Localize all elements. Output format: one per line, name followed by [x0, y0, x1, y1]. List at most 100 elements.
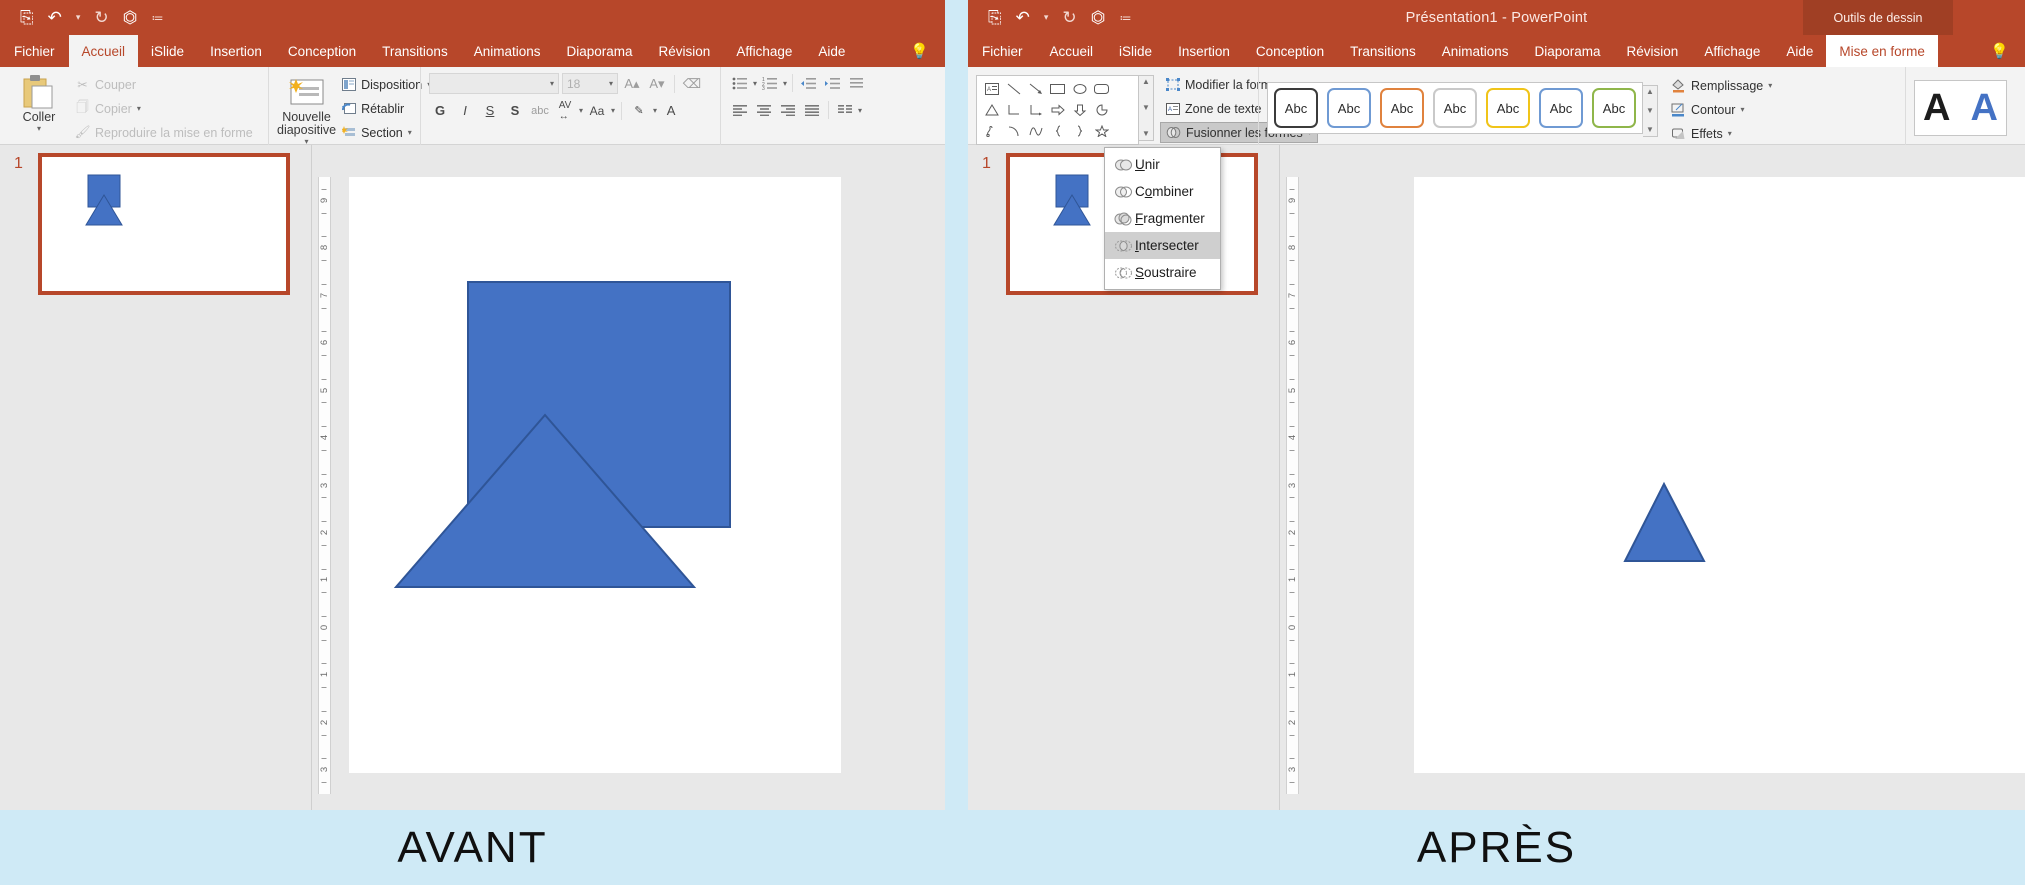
tab-diaporama[interactable]: Diaporama — [554, 35, 646, 67]
lightbulb-icon[interactable]: 💡 — [894, 35, 945, 67]
shape-styles-scrollbar[interactable]: ▲ ▼ ▼ — [1643, 85, 1658, 137]
freeform-shape[interactable] — [981, 121, 1002, 141]
section-caret-icon[interactable]: ▾ — [408, 128, 412, 137]
underline-button[interactable]: S — [479, 100, 501, 121]
elbow-connector-shape[interactable] — [1003, 100, 1024, 120]
quick-access-toolbar-left[interactable]: ⎘ ↶ ▾ ↻ ⏣ ≔ — [20, 0, 163, 35]
bullets-button[interactable] — [729, 73, 751, 93]
shadow-button[interactable]: S — [504, 100, 526, 121]
character-spacing-caret-icon[interactable]: ▾ — [579, 106, 583, 115]
clear-formatting-button[interactable]: ⌫ — [681, 73, 703, 94]
line-shape[interactable] — [1003, 79, 1024, 99]
undo-dropdown-caret[interactable]: ▾ — [76, 13, 81, 22]
rounded-rectangle-shape[interactable] — [1091, 79, 1112, 99]
columns-caret-icon[interactable]: ▾ — [858, 106, 862, 115]
character-spacing-button[interactable]: AV↔ — [554, 100, 576, 121]
slide-canvas-left[interactable] — [345, 145, 945, 810]
arrow-shape[interactable] — [1025, 79, 1046, 99]
tab-conception[interactable]: Conception — [275, 35, 369, 67]
tab-fichier[interactable]: Fichier — [0, 35, 69, 67]
tab-animations[interactable]: Animations — [461, 35, 554, 67]
tab-insertion[interactable]: Insertion — [1165, 35, 1243, 67]
bullets-caret-icon[interactable]: ▾ — [753, 79, 757, 88]
tab-islide[interactable]: iSlide — [138, 35, 197, 67]
shapes-gallery[interactable]: A — [976, 75, 1139, 145]
save-icon[interactable]: ⎘ — [20, 9, 34, 26]
align-left-button[interactable] — [729, 100, 751, 120]
italic-button[interactable]: I — [454, 100, 476, 121]
elbow-arrow-shape[interactable] — [1025, 100, 1046, 120]
numbering-button[interactable]: 123 — [759, 73, 781, 93]
down-arrow-shape[interactable] — [1069, 100, 1090, 120]
scroll-up-icon[interactable]: ▲ — [1142, 78, 1150, 86]
text-highlight-button[interactable]: ✎ — [628, 100, 650, 121]
shape-style-swatch-5[interactable]: Abc — [1486, 88, 1530, 128]
tab-islide[interactable]: iSlide — [1106, 35, 1165, 67]
slide-editing-area-before[interactable] — [349, 177, 841, 773]
text-direction-button[interactable] — [846, 73, 868, 93]
tab-transitions[interactable]: Transitions — [369, 35, 461, 67]
tab-affichage[interactable]: Affichage — [723, 35, 805, 67]
merge-shapes-dropdown-menu[interactable]: Unir Combiner Fragmenter Intersecter — [1104, 147, 1221, 290]
font-name-caret-icon[interactable]: ▾ — [550, 79, 554, 88]
gallery-more-icon[interactable]: ▼ — [1142, 130, 1150, 138]
lightbulb-icon[interactable]: 💡 — [1974, 35, 2025, 67]
curve-shape[interactable] — [1025, 121, 1046, 141]
justify-button[interactable] — [801, 100, 823, 120]
slide-thumbnail-1[interactable] — [38, 153, 290, 295]
rectangle-shape[interactable] — [1047, 79, 1068, 99]
font-size-caret-icon[interactable]: ▾ — [609, 79, 613, 88]
shape-style-swatch-6[interactable]: Abc — [1539, 88, 1583, 128]
menu-item-unir[interactable]: Unir — [1105, 151, 1220, 178]
bold-button[interactable]: G — [429, 100, 451, 121]
ribbon-tabs-left[interactable]: Fichier Accueil iSlide Insertion Concept… — [0, 35, 945, 67]
align-center-button[interactable] — [753, 100, 775, 120]
styles-more-icon[interactable]: ▼ — [1646, 126, 1654, 134]
slide-thumbnail-pane-left[interactable]: 1 — [0, 145, 312, 810]
font-size-input[interactable]: 18 ▾ — [562, 73, 618, 94]
arc-shape[interactable] — [1003, 121, 1024, 141]
left-brace-shape[interactable] — [1047, 121, 1068, 141]
text-box-shape[interactable]: A — [981, 79, 1002, 99]
redo-icon[interactable]: ↻ — [94, 9, 108, 26]
change-case-caret-icon[interactable]: ▾ — [611, 106, 615, 115]
wordart-gallery[interactable]: A A — [1914, 80, 2007, 136]
scroll-down-icon[interactable]: ▼ — [1142, 104, 1150, 112]
slideshow-icon[interactable]: ⏣ — [123, 9, 138, 26]
tab-accueil[interactable]: Accueil — [1037, 35, 1107, 67]
tab-revision[interactable]: Révision — [1614, 35, 1692, 67]
tab-transitions[interactable]: Transitions — [1337, 35, 1429, 67]
strikethrough-button[interactable]: abc — [529, 100, 551, 121]
font-color-button[interactable]: A — [660, 100, 682, 121]
triangle-shape[interactable] — [981, 100, 1002, 120]
tab-mise-en-forme[interactable]: Mise en forme — [1826, 35, 1938, 67]
paste-caret-icon[interactable]: ▾ — [37, 124, 41, 133]
numbering-caret-icon[interactable]: ▾ — [783, 79, 787, 88]
star-shape[interactable] — [1091, 121, 1112, 141]
wordart-style-2[interactable]: A — [1970, 89, 1997, 127]
shape-styles-gallery[interactable]: Abc Abc Abc Abc Abc Abc Abc — [1267, 82, 1643, 134]
new-slide-button[interactable]: Nouvelle diapositive ▾ — [277, 71, 336, 146]
oval-shape[interactable] — [1069, 79, 1090, 99]
shapes-gallery-scrollbar[interactable]: ▲ ▼ ▼ — [1139, 75, 1154, 141]
customize-qat-caret[interactable]: ≔ — [151, 12, 163, 24]
tab-insertion[interactable]: Insertion — [197, 35, 275, 67]
tab-accueil[interactable]: Accueil — [69, 35, 139, 67]
scroll-up-icon[interactable]: ▲ — [1646, 88, 1654, 96]
increase-indent-button[interactable] — [822, 73, 844, 93]
undo-icon[interactable]: ↶ — [48, 9, 62, 26]
right-arrow-shape[interactable] — [1047, 100, 1068, 120]
ribbon-tabs-right[interactable]: Fichier Accueil iSlide Insertion Concept… — [968, 35, 2025, 67]
slide-canvas-right[interactable] — [1313, 145, 2025, 810]
tab-fichier[interactable]: Fichier — [968, 35, 1037, 67]
wordart-style-1[interactable]: A — [1923, 89, 1950, 127]
shape-outline-button[interactable]: Contour ▾ — [1666, 99, 1777, 120]
tab-diaporama[interactable]: Diaporama — [1522, 35, 1614, 67]
tab-animations[interactable]: Animations — [1429, 35, 1522, 67]
align-right-button[interactable] — [777, 100, 799, 120]
tab-aide[interactable]: Aide — [805, 35, 858, 67]
font-name-input[interactable]: ▾ — [429, 73, 559, 94]
scroll-down-icon[interactable]: ▼ — [1646, 107, 1654, 115]
menu-item-fragmenter[interactable]: Fragmenter — [1105, 205, 1220, 232]
decrease-indent-button[interactable] — [798, 73, 820, 93]
